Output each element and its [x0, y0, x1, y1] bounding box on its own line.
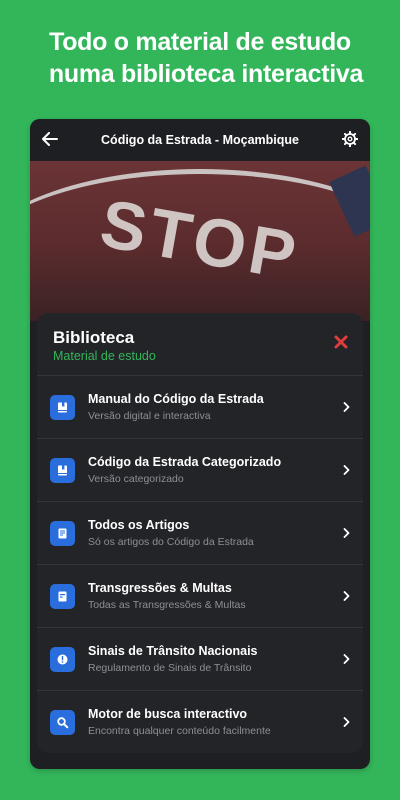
library-sheet: Biblioteca Material de estudo Manual do … — [37, 313, 363, 753]
book-icon — [50, 394, 75, 420]
document-icon — [50, 520, 75, 546]
item-description: Regulamento de Sinais de Trânsito — [88, 662, 252, 674]
item-title: Manual do Código da Estrada — [88, 392, 264, 406]
chevron-right-icon — [341, 653, 351, 665]
item-title: Sinais de Trânsito Nacionais — [88, 644, 258, 658]
app-bar-title: Código da Estrada - Moçambique — [101, 133, 299, 147]
item-title: Transgressões & Multas — [88, 581, 232, 595]
book-icon — [50, 457, 75, 483]
ticket-icon — [50, 583, 75, 609]
chevron-right-icon — [341, 590, 351, 602]
list-item-categorized[interactable]: Código da Estrada Categorizado Versão ca… — [37, 439, 363, 502]
list-item-fines[interactable]: Transgressões & Multas Todas as Transgre… — [37, 565, 363, 628]
chevron-right-icon — [341, 464, 351, 476]
item-title: Todos os Artigos — [88, 518, 190, 532]
headline-line-2: numa biblioteca interactiva — [48, 60, 364, 88]
chevron-right-icon — [341, 716, 351, 728]
app-screen: Código da Estrada - Moçambique STOP Bibl… — [30, 119, 370, 769]
list-item-traffic-signs[interactable]: Sinais de Trânsito Nacionais Regulamento… — [37, 628, 363, 691]
gear-icon[interactable] — [340, 129, 360, 149]
chevron-right-icon — [341, 401, 351, 413]
close-icon[interactable] — [333, 334, 349, 350]
info-icon — [50, 646, 75, 672]
sheet-title: Biblioteca — [53, 328, 135, 347]
sheet-subtitle: Material de estudo — [53, 349, 156, 363]
arrow-left-icon[interactable] — [40, 129, 60, 149]
list-item-articles[interactable]: Todos os Artigos Só os artigos do Código… — [37, 502, 363, 565]
stop-sign-image: STOP — [30, 161, 370, 321]
app-bar: Código da Estrada - Moçambique — [30, 119, 370, 161]
promo-headline: Todo o material de estudo numa bibliotec… — [0, 26, 400, 90]
item-description: Versão digital e interactiva — [88, 410, 211, 422]
item-description: Encontra qualquer conteúdo facilmente — [88, 725, 271, 737]
headline-line-1: Todo o material de estudo — [49, 28, 351, 56]
item-description: Só os artigos do Código da Estrada — [88, 536, 254, 548]
chevron-right-icon — [341, 527, 351, 539]
item-description: Versão categorizado — [88, 473, 184, 485]
item-title: Código da Estrada Categorizado — [88, 455, 282, 469]
search-icon — [50, 709, 75, 735]
sheet-header: Biblioteca Material de estudo — [37, 313, 363, 376]
list-item-search[interactable]: Motor de busca interactivo Encontra qual… — [37, 691, 363, 753]
library-list: Manual do Código da Estrada Versão digit… — [37, 376, 363, 753]
item-title: Motor de busca interactivo — [88, 707, 248, 721]
list-item-manual[interactable]: Manual do Código da Estrada Versão digit… — [37, 376, 363, 439]
item-description: Todas as Transgressões & Multas — [88, 599, 246, 611]
